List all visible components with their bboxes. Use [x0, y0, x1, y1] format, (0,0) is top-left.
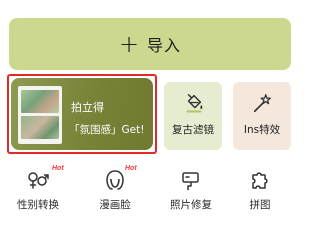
- gender-swap-icon: [28, 172, 49, 189]
- photo-repair-icon: [182, 172, 199, 190]
- ins-effect-label: Ins特效: [243, 124, 281, 136]
- photo-repair-tool[interactable]: 照片修复: [158, 168, 224, 212]
- polaroid-title: 拍立得: [71, 101, 104, 114]
- comic-face-label: 漫画脸: [99, 199, 131, 211]
- ins-effect-tile[interactable]: Ins特效: [233, 82, 291, 150]
- comic-face-icon: [106, 170, 124, 190]
- polaroid-subtitle: 「氛围感」Get!: [69, 124, 145, 136]
- comic-face-tool[interactable]: Hot 漫画脸: [82, 165, 148, 212]
- puzzle-icon: [252, 172, 268, 189]
- polaroid-feature-card[interactable]: 拍立得 「氛围感」Get!: [11, 78, 153, 150]
- magic-wand-icon: [253, 94, 271, 113]
- retro-filter-tile[interactable]: 复古滤镜: [164, 82, 222, 150]
- plus-icon: +: [118, 30, 140, 58]
- polaroid-photo-bottom: [21, 116, 59, 139]
- retro-filter-label: 复古滤镜: [172, 124, 214, 136]
- gender-swap-label: 性别转换: [17, 199, 59, 211]
- photo-repair-label: 照片修复: [170, 199, 212, 211]
- hot-badge: Hot: [52, 165, 64, 172]
- puzzle-tool[interactable]: 拼图: [227, 168, 293, 212]
- puzzle-label: 拼图: [249, 199, 271, 211]
- polaroid-photo-top: [21, 90, 59, 113]
- import-button[interactable]: + 导入: [9, 18, 291, 70]
- import-label: 导入: [147, 36, 182, 55]
- hot-badge: Hot: [125, 165, 137, 172]
- gender-swap-tool[interactable]: Hot 性别转换: [5, 165, 71, 212]
- paint-bucket-icon: [186, 94, 203, 113]
- polaroid-thumbnail: [18, 86, 62, 144]
